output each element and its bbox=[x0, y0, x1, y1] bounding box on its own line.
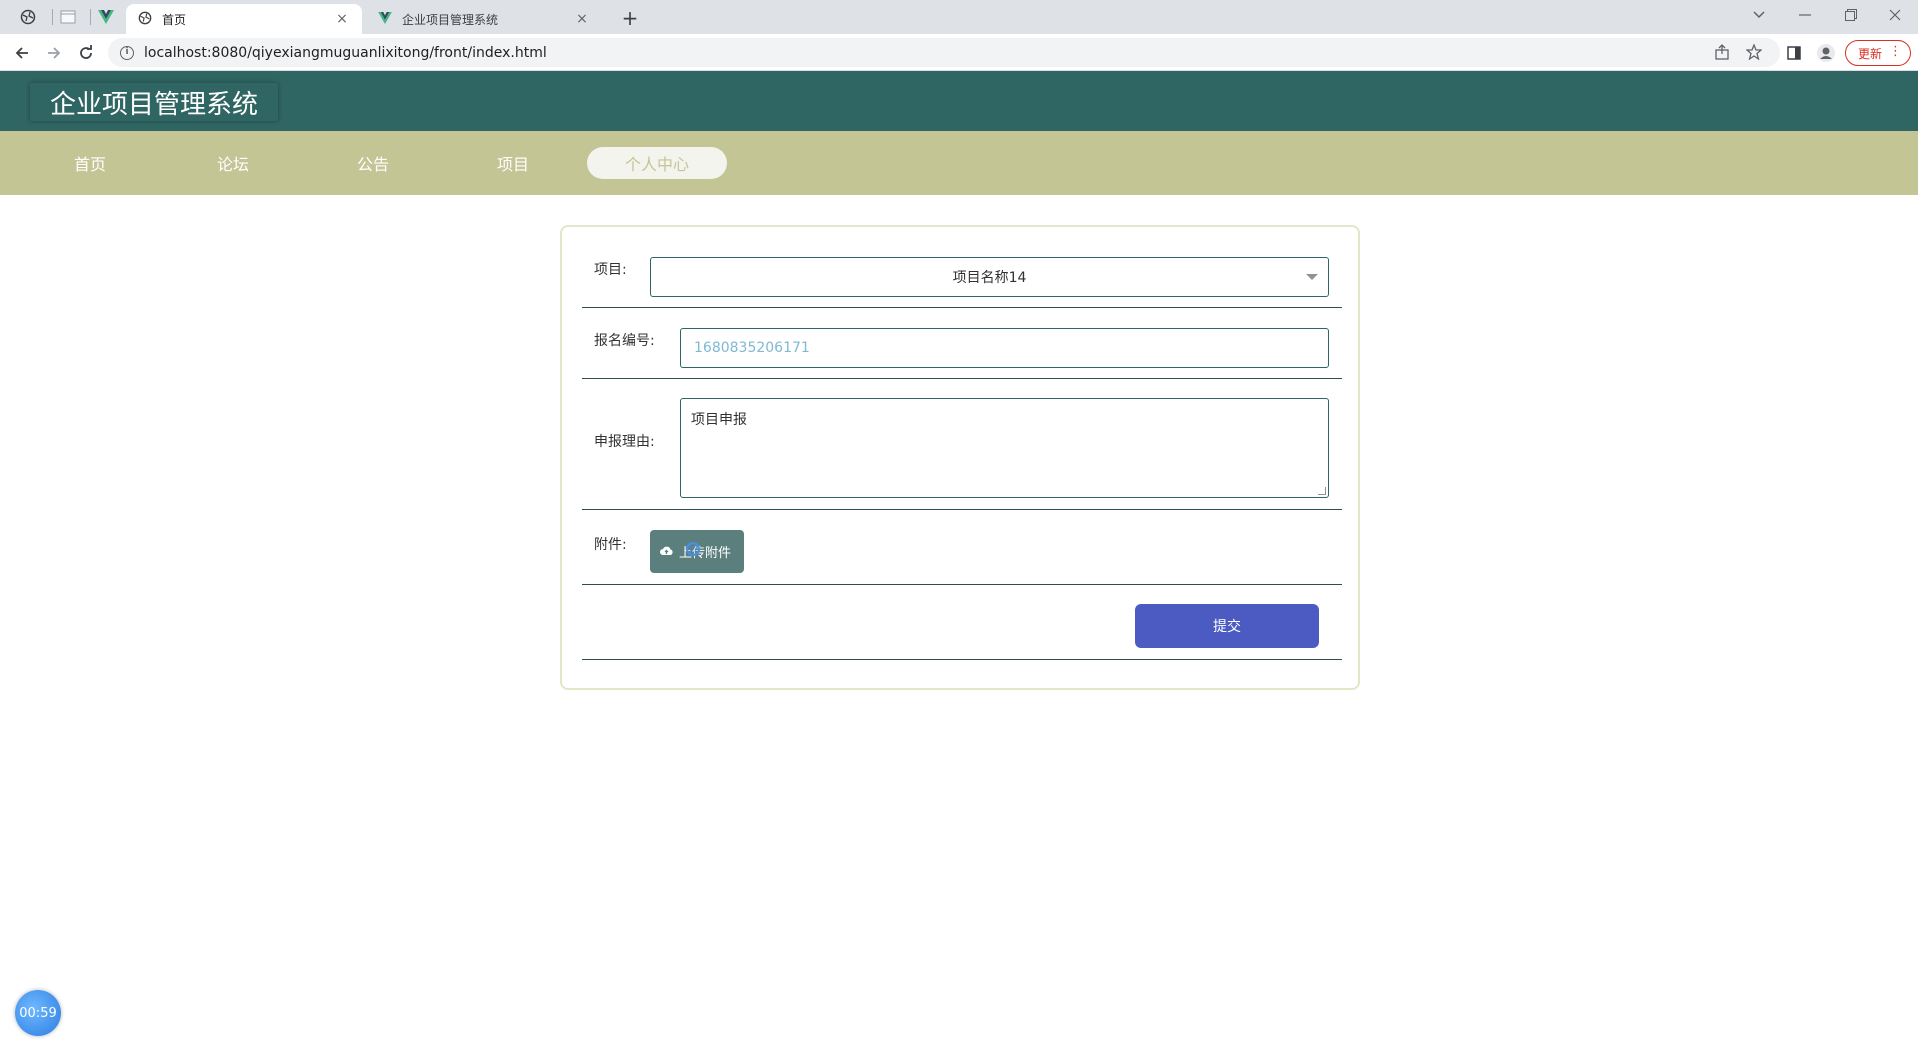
update-button[interactable]: 更新 ⋮ bbox=[1845, 40, 1911, 66]
project-select[interactable]: 项目名称14 bbox=[650, 257, 1329, 297]
reason-textarea[interactable]: 项目申报 bbox=[680, 398, 1329, 498]
close-icon[interactable]: × bbox=[574, 11, 590, 27]
vue-icon bbox=[378, 11, 392, 27]
number-label: 报名编号: bbox=[594, 333, 655, 349]
divider bbox=[582, 584, 1342, 585]
nav-item-notice[interactable]: 公告 bbox=[303, 147, 443, 179]
tab-title: 首页 bbox=[162, 12, 187, 27]
bookmark-star-icon[interactable] bbox=[1745, 43, 1763, 64]
browser-tab-strip: 首页 × 企业项目管理系统 × + bbox=[0, 0, 1918, 34]
more-menu-icon[interactable]: ⋮ bbox=[1889, 44, 1902, 59]
restore-icon[interactable] bbox=[1828, 0, 1874, 30]
divider bbox=[582, 307, 1342, 308]
site-info-icon[interactable]: i bbox=[120, 45, 134, 60]
close-window-icon[interactable] bbox=[1872, 0, 1918, 30]
profile-avatar-icon[interactable] bbox=[1816, 43, 1836, 63]
vue-icon-tab[interactable] bbox=[88, 0, 124, 34]
tab-system[interactable]: 企业项目管理系统 × bbox=[366, 4, 602, 34]
divider bbox=[582, 659, 1342, 660]
address-bar[interactable]: i localhost:8080/qiyexiangmuguanlixitong… bbox=[108, 38, 1780, 67]
new-tab-button[interactable]: + bbox=[616, 4, 644, 32]
globe-icon bbox=[138, 11, 152, 28]
nav-item-forum[interactable]: 论坛 bbox=[163, 147, 303, 179]
minimize-icon[interactable] bbox=[1782, 0, 1828, 30]
back-icon[interactable] bbox=[8, 39, 36, 67]
reload-icon[interactable] bbox=[72, 39, 100, 67]
submit-button[interactable]: 提交 bbox=[1135, 604, 1319, 648]
tab-search-icon[interactable] bbox=[1736, 0, 1782, 30]
cursor-click-indicator bbox=[686, 542, 700, 556]
divider bbox=[582, 378, 1342, 379]
reason-label: 申报理由: bbox=[594, 434, 655, 450]
tab-title: 企业项目管理系统 bbox=[402, 12, 499, 27]
browser-toolbar: i localhost:8080/qiyexiangmuguanlixitong… bbox=[0, 34, 1918, 71]
share-icon[interactable] bbox=[1714, 44, 1730, 64]
close-icon[interactable]: × bbox=[334, 11, 350, 27]
sidebar-icon[interactable] bbox=[1784, 43, 1804, 63]
page-icon-tab[interactable] bbox=[50, 0, 86, 34]
nav-item-project[interactable]: 项目 bbox=[443, 147, 583, 179]
registration-number-input[interactable]: 1680835206171 bbox=[680, 328, 1329, 368]
reason-text: 项目申报 bbox=[691, 412, 747, 428]
url-text[interactable]: localhost:8080/qiyexiangmuguanlixitong/f… bbox=[144, 45, 547, 61]
app-header: 企业项目管理系统 bbox=[0, 71, 1918, 131]
forward-icon[interactable] bbox=[40, 39, 68, 67]
app-title: 企业项目管理系统 bbox=[30, 83, 278, 121]
application-form: 项目: 项目名称14 报名编号: 1680835206171 申报理由: 项目申… bbox=[560, 225, 1360, 690]
chevron-down-icon bbox=[1306, 274, 1318, 280]
main-nav: 首页 论坛 公告 项目 个人中心 bbox=[0, 131, 1918, 195]
nav-item-personal-center[interactable]: 个人中心 bbox=[587, 147, 727, 179]
cloud-upload-icon bbox=[660, 545, 673, 559]
resize-grip-icon[interactable] bbox=[1318, 487, 1326, 495]
project-select-value: 项目名称14 bbox=[952, 270, 1027, 286]
divider bbox=[582, 509, 1342, 510]
globe-icon-tab[interactable] bbox=[10, 0, 46, 34]
tab-home[interactable]: 首页 × bbox=[126, 4, 362, 34]
attachment-label: 附件: bbox=[594, 537, 627, 553]
update-label: 更新 bbox=[1858, 46, 1883, 61]
project-label: 项目: bbox=[594, 262, 627, 278]
nav-item-home[interactable]: 首页 bbox=[20, 147, 160, 179]
recording-timer[interactable]: 00:59 bbox=[15, 990, 61, 1036]
